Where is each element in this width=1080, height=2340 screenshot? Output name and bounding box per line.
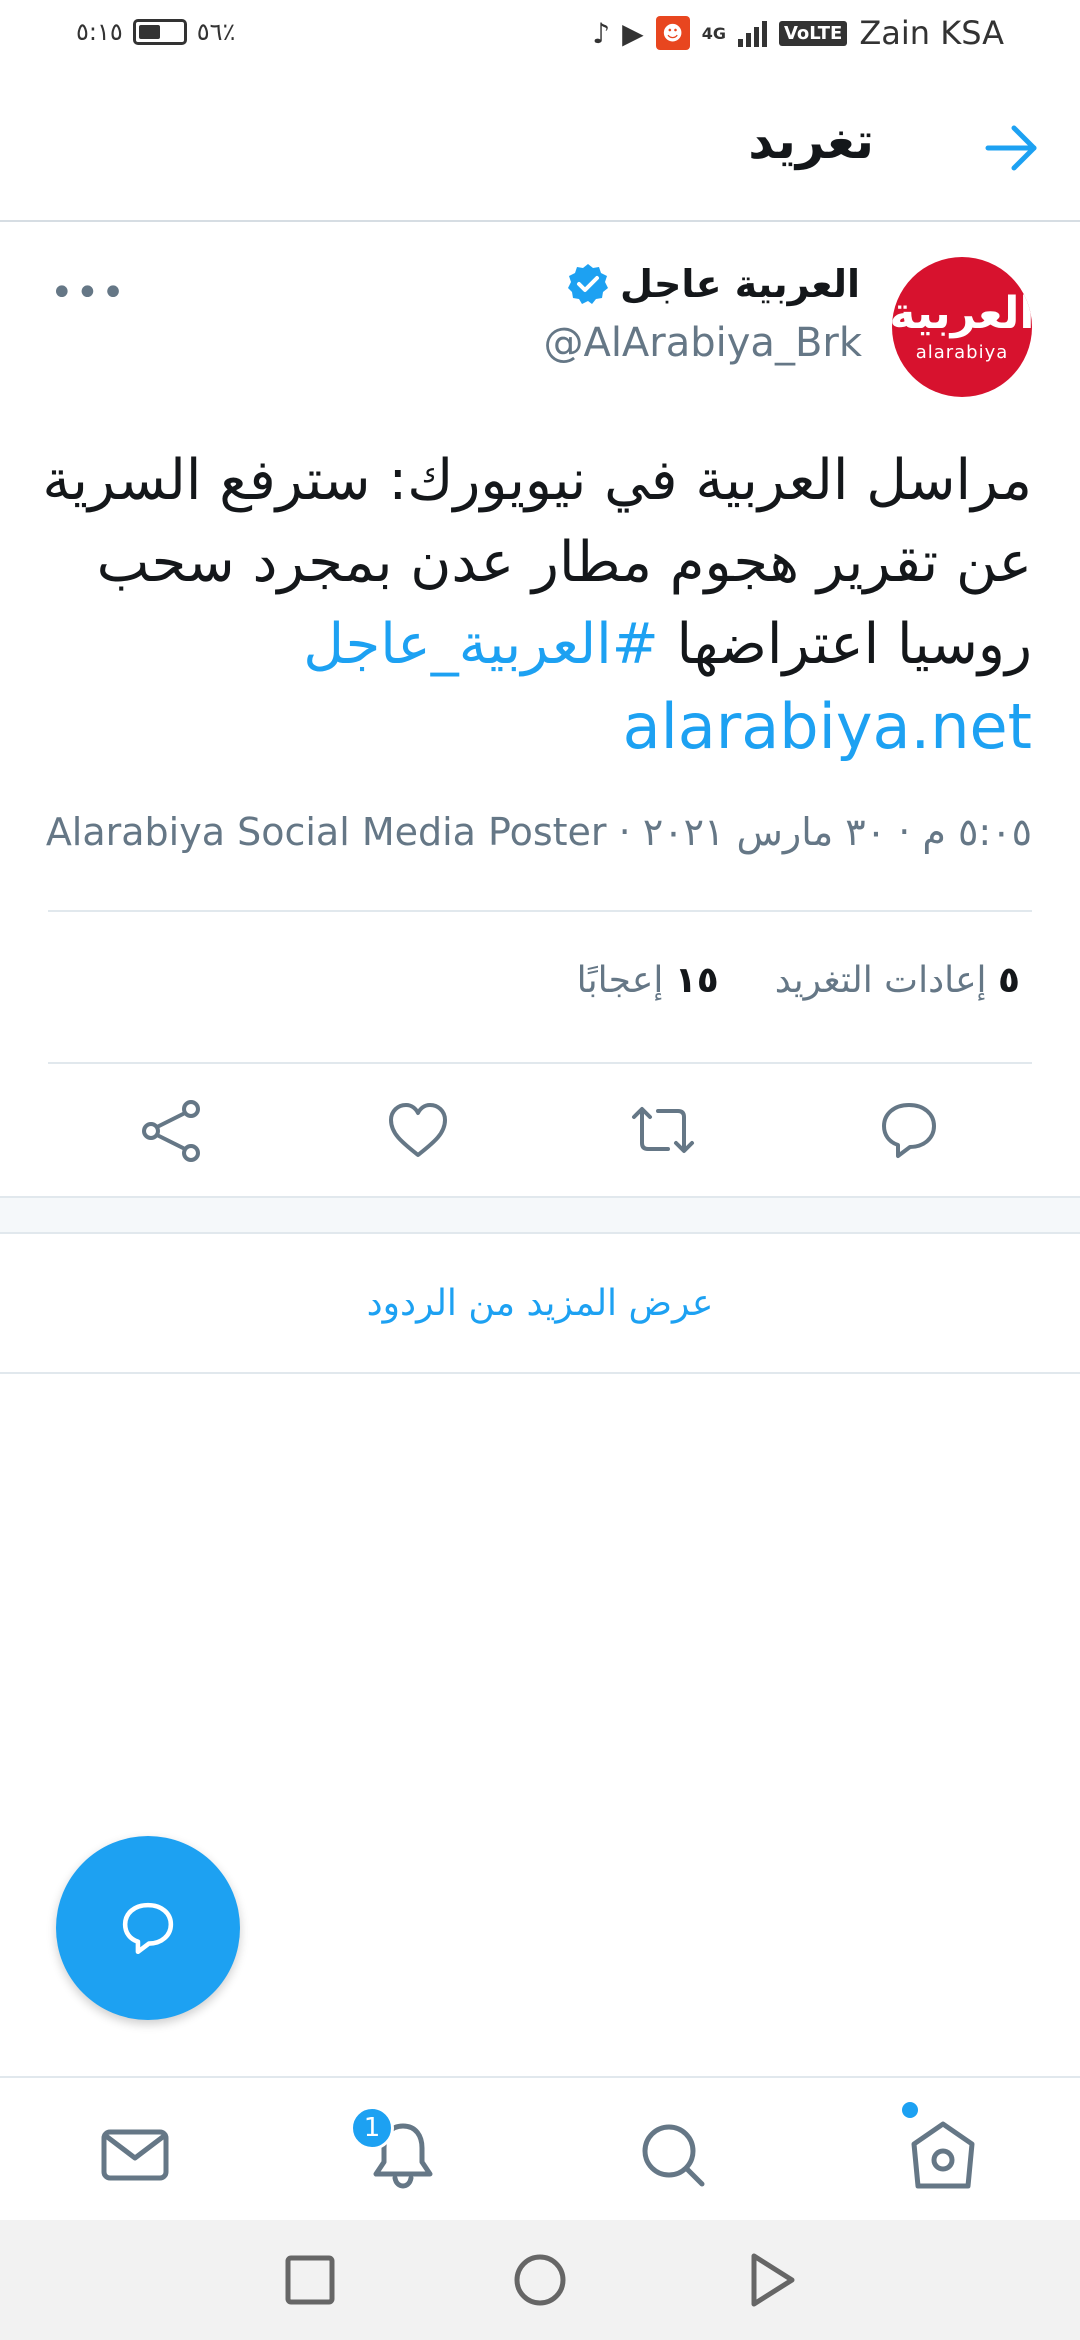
avatar-logo-en: alarabiya xyxy=(915,341,1009,363)
reply-button[interactable] xyxy=(874,1095,944,1165)
bottom-navigation: 1 xyxy=(0,2076,1080,2220)
notification-count-badge: 1 xyxy=(350,2106,394,2150)
show-more-replies-label: عرض المزيد من الردود xyxy=(366,1282,714,1324)
home-system-button[interactable] xyxy=(510,2250,570,2310)
section-separator xyxy=(0,1196,1080,1234)
likes-label: إعجابًا xyxy=(576,960,664,1001)
nav-messages[interactable] xyxy=(98,2118,172,2192)
share-icon xyxy=(142,1100,200,1162)
retweet-button[interactable] xyxy=(628,1095,698,1165)
square-icon xyxy=(285,2255,335,2305)
nav-notifications[interactable]: 1 xyxy=(350,2106,440,2192)
signal-icon xyxy=(737,19,767,47)
battery-icon xyxy=(132,19,187,45)
reply-icon xyxy=(882,1103,936,1158)
status-bar: ٥:١٥ ٥٦٪ ♪ ▶ ☻ 4G VoLTE Zain KSA xyxy=(0,0,1080,72)
avatar-logo-ar: العربية xyxy=(892,287,1032,339)
playstation-icon: ▶ xyxy=(622,16,644,50)
retweets-label: إعادات التغريد xyxy=(774,960,987,1001)
volte-badge: VoLTE xyxy=(778,20,848,46)
show-more-replies-button[interactable]: عرض المزيد من الردود xyxy=(0,1234,1080,1374)
tweet-source[interactable]: Alarabiya Social Media Poster xyxy=(46,810,607,854)
triangle-icon xyxy=(751,2253,795,2307)
network-type: 4G xyxy=(701,23,726,43)
heart-icon xyxy=(389,1103,447,1157)
status-time: ٥:١٥ xyxy=(76,18,123,46)
page-title: تغريد xyxy=(748,112,874,170)
reply-icon xyxy=(122,1902,174,1955)
search-icon xyxy=(642,2124,705,2187)
tweet-line-1: مراسل العربية في نيويورك: سترفع السرية xyxy=(42,448,1032,513)
tweet-timestamp: ٥:٠٥ م · ٣٠ مارس ٢٠٢١ · xyxy=(606,810,1032,854)
tweet-text: مراسل العربية في نيويورك: سترفع السرية ع… xyxy=(42,440,1032,768)
retweets-stat[interactable]: ٥ إعادات التغريد xyxy=(775,960,1020,1001)
likes-stat[interactable]: ١٥ إعجابًا xyxy=(577,960,719,1001)
tweet-url-link[interactable]: alarabiya.net xyxy=(42,686,1032,768)
top-header: تغريد xyxy=(0,72,1080,222)
new-content-dot xyxy=(902,2102,918,2118)
status-right: ♪ ▶ ☻ 4G VoLTE Zain KSA xyxy=(592,14,1004,52)
tweet-line-2: عن تقرير هجوم مطار عدن بمجرد سحب xyxy=(96,530,1032,595)
tweet-line-3: روسيا اعتراضها #العربية_عاجل xyxy=(42,604,1032,686)
back-system-button[interactable] xyxy=(740,2250,800,2310)
compose-reply-fab[interactable] xyxy=(56,1836,240,2020)
tiktok-icon: ♪ xyxy=(592,16,611,50)
divider xyxy=(48,1062,1032,1064)
like-button[interactable] xyxy=(383,1095,453,1165)
mail-icon xyxy=(101,2129,169,2181)
tweet-stats: ٥ إعادات التغريد ١٥ إعجابًا xyxy=(577,960,1020,1001)
divider xyxy=(48,910,1032,912)
likes-count: ١٥ xyxy=(674,960,719,1001)
retweets-count: ٥ xyxy=(998,960,1020,1001)
author-name-row[interactable]: العربية عاجل xyxy=(566,262,860,306)
tweet-meta: ٥:٠٥ م · ٣٠ مارس ٢٠٢١ · Alarabiya Social… xyxy=(46,810,1032,854)
system-navigation-bar xyxy=(0,2220,1080,2340)
status-left: ٥:١٥ ٥٦٪ xyxy=(76,18,235,46)
nav-home[interactable] xyxy=(902,2102,980,2192)
circle-icon xyxy=(514,2254,566,2306)
back-button[interactable] xyxy=(982,120,1042,176)
nav-search[interactable] xyxy=(636,2118,710,2192)
arrow-right-icon xyxy=(985,125,1037,171)
tweet-line-3-text: روسيا اعتراضها xyxy=(676,612,1032,677)
home-icon xyxy=(911,2121,975,2189)
recents-button[interactable] xyxy=(280,2250,340,2310)
aliexpress-icon: ☻ xyxy=(655,16,690,50)
tweet-actions xyxy=(0,1095,1080,1175)
more-options-icon[interactable]: ••• xyxy=(50,270,127,316)
share-button[interactable] xyxy=(137,1095,207,1165)
battery-percent: ٥٦٪ xyxy=(196,18,236,46)
carrier-name: Zain KSA xyxy=(859,14,1004,52)
hashtag-link[interactable]: #العربية_عاجل xyxy=(303,612,658,677)
avatar[interactable]: العربية alarabiya xyxy=(892,257,1032,397)
author-handle[interactable]: @AlArabiya_Brk xyxy=(543,320,862,366)
verified-badge-icon xyxy=(568,264,609,304)
retweet-icon xyxy=(632,1107,694,1153)
display-name: العربية عاجل xyxy=(620,262,860,306)
